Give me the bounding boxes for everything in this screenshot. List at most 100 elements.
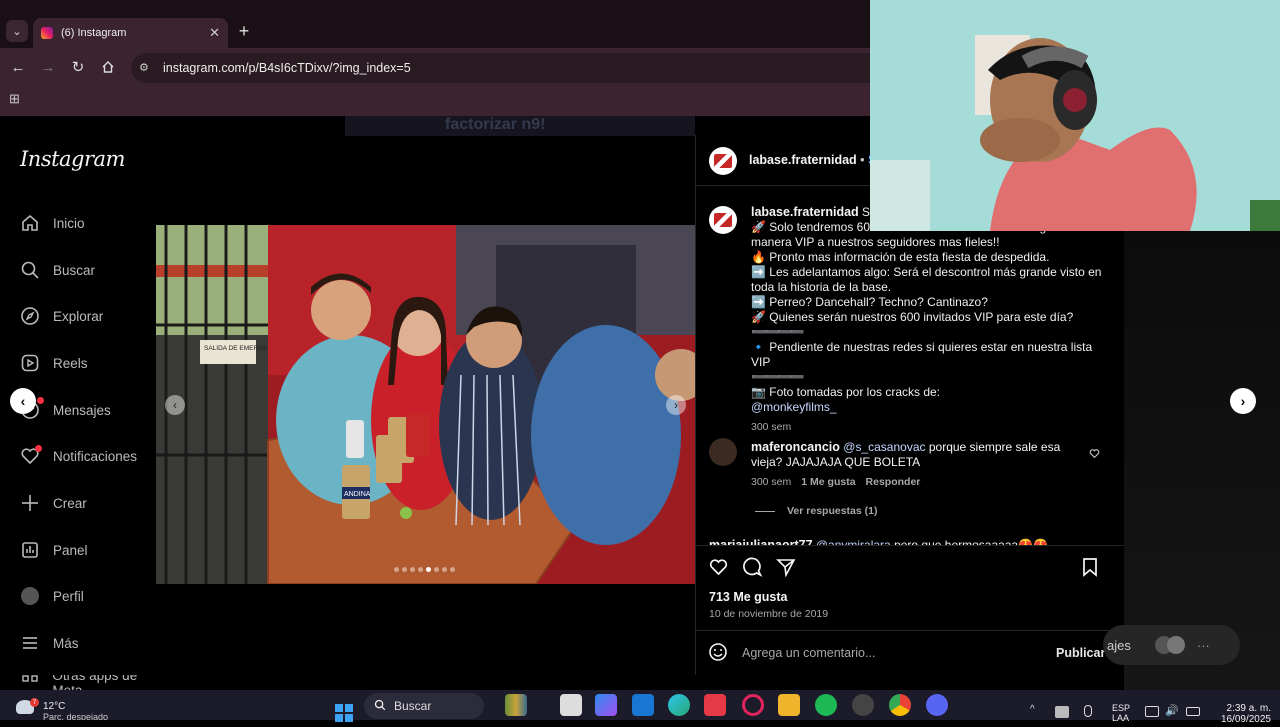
previous-post-arrow-icon[interactable]: ‹ bbox=[10, 388, 36, 414]
reload-icon[interactable]: ↻ bbox=[67, 56, 89, 78]
view-replies-button[interactable]: Ver respuestas (1) bbox=[787, 505, 877, 517]
sidebar-item-label: Perfil bbox=[53, 588, 84, 604]
next-post-button[interactable]: › bbox=[1230, 388, 1256, 414]
copilot-icon[interactable] bbox=[595, 694, 617, 716]
sidebar-item-label: Crear bbox=[53, 495, 87, 511]
carousel-dot bbox=[442, 567, 447, 572]
meta-icon bbox=[18, 675, 41, 690]
edge-icon[interactable] bbox=[668, 694, 690, 716]
reply-button[interactable]: Responder bbox=[866, 476, 921, 488]
tab-search-button[interactable]: ⌄ bbox=[6, 20, 28, 42]
sidebar-item-label: Reels bbox=[53, 355, 88, 371]
caption-username[interactable]: labase.fraternidad bbox=[751, 205, 859, 219]
browser-tab[interactable]: (6) Instagram ✕ bbox=[33, 18, 228, 48]
author-username[interactable]: labase.fraternidad bbox=[749, 153, 857, 167]
chrome-icon[interactable] bbox=[889, 694, 911, 716]
search-icon bbox=[18, 258, 42, 282]
microphone-icon[interactable] bbox=[1084, 705, 1092, 717]
instagram-logo[interactable]: Instagram bbox=[20, 147, 125, 171]
comment-placeholder: Agrega un comentario... bbox=[742, 646, 876, 660]
site-info-icon[interactable]: ⚙ bbox=[139, 61, 153, 75]
sidebar-item-explorar[interactable]: Explorar bbox=[18, 301, 168, 331]
new-tab-button[interactable]: + bbox=[234, 19, 254, 43]
weather-temp[interactable]: 12°C bbox=[43, 701, 65, 712]
actions-divider bbox=[695, 545, 1124, 546]
sidebar-item-perfil[interactable]: Perfil bbox=[18, 581, 168, 611]
commenter-avatar[interactable] bbox=[709, 438, 737, 466]
caption-line: 📷 Foto tomadas por los cracks de: bbox=[751, 385, 941, 399]
bookmark-icon[interactable] bbox=[1081, 557, 1099, 582]
likes-count[interactable]: 713 Me gusta bbox=[709, 590, 788, 604]
language-sub: LAA bbox=[1112, 713, 1130, 723]
volume-icon[interactable]: 🔊 bbox=[1165, 704, 1179, 717]
background-blur bbox=[1124, 231, 1280, 690]
sidebar-item-buscar[interactable]: Buscar bbox=[18, 255, 168, 285]
show-hidden-icons-chevron-icon[interactable]: ^ bbox=[1030, 704, 1035, 715]
tray-app-icon[interactable] bbox=[1055, 706, 1069, 718]
sidebar-item-mas[interactable]: Más bbox=[18, 628, 168, 658]
taskbar-search[interactable]: Buscar bbox=[364, 693, 484, 719]
caption-line: ➖➖➖➖ bbox=[751, 370, 805, 384]
home-button-icon[interactable] bbox=[97, 56, 119, 78]
forward-arrow-icon[interactable]: → bbox=[37, 56, 59, 78]
reels-icon bbox=[18, 351, 42, 375]
comment-mention-link[interactable]: @s_casanovac bbox=[843, 440, 925, 454]
carousel-dots bbox=[394, 567, 455, 572]
file-explorer-icon[interactable] bbox=[778, 694, 800, 716]
taskbar-time: 2:39 a. m. bbox=[1226, 703, 1271, 714]
app-gray-icon[interactable] bbox=[852, 694, 874, 716]
network-icon[interactable] bbox=[1145, 706, 1159, 717]
task-view-icon[interactable] bbox=[560, 694, 582, 716]
share-send-icon[interactable] bbox=[776, 557, 796, 582]
sidebar-item-meta[interactable]: Otras apps de Meta bbox=[18, 675, 168, 690]
comment-meta: 300 sem 1 Me gusta Responder bbox=[751, 476, 920, 488]
previous-image-arrow-icon[interactable]: ‹ bbox=[165, 395, 185, 415]
comment: maferoncancio @s_casanovac porque siempr… bbox=[751, 440, 1081, 470]
language-indicator[interactable]: ESP LAA bbox=[1112, 703, 1130, 723]
sidebar-item-label: Otras apps de Meta bbox=[52, 675, 138, 690]
carousel-dot bbox=[394, 567, 399, 572]
plus-icon bbox=[18, 491, 42, 515]
commenter-username[interactable]: maferoncancio bbox=[751, 440, 840, 454]
close-icon[interactable]: ✕ bbox=[209, 25, 220, 41]
discord-icon[interactable] bbox=[926, 694, 948, 716]
avatar bbox=[18, 584, 42, 608]
publish-button[interactable]: Publicar bbox=[1056, 646, 1105, 660]
sidebar-item-panel[interactable]: Panel bbox=[18, 535, 168, 565]
windows-start-icon[interactable] bbox=[335, 704, 353, 722]
comment-time: 300 sem bbox=[751, 476, 792, 488]
comment-likes[interactable]: 1 Me gusta bbox=[801, 476, 855, 488]
comment-bubble-icon[interactable] bbox=[742, 557, 763, 582]
address-bar[interactable]: ⚙ instagram.com/p/B4sI6cTDixv/?img_index… bbox=[131, 53, 870, 83]
spotify-icon[interactable] bbox=[815, 694, 837, 716]
messages-pill[interactable]: ajes ··· bbox=[1103, 625, 1240, 665]
carousel-dot bbox=[418, 567, 423, 572]
carousel-dot bbox=[410, 567, 415, 572]
back-arrow-icon[interactable]: ← bbox=[7, 56, 29, 78]
next-image-arrow-icon[interactable]: › bbox=[666, 395, 686, 415]
caption-avatar[interactable] bbox=[709, 206, 737, 234]
sidebar-item-crear[interactable]: Crear bbox=[18, 488, 168, 518]
menu-icon bbox=[18, 631, 42, 655]
comment-input[interactable]: Agrega un comentario... bbox=[708, 641, 1108, 665]
apps-grid-icon[interactable]: ⊞ bbox=[9, 91, 23, 106]
emoji-smiley-icon[interactable] bbox=[708, 642, 728, 665]
sidebar-item-label: Notificaciones bbox=[53, 448, 138, 464]
comment-like-heart-icon[interactable] bbox=[1089, 446, 1101, 459]
outlook-icon[interactable] bbox=[632, 694, 654, 716]
weather-desc: Parc. despejado bbox=[43, 712, 109, 720]
widgets-icon[interactable] bbox=[505, 694, 527, 716]
author-avatar[interactable] bbox=[709, 147, 737, 175]
chart-icon bbox=[18, 538, 42, 562]
taskbar-clock[interactable]: 2:39 a. m. 16/09/2025 bbox=[1213, 703, 1271, 725]
webcam-overlay bbox=[870, 0, 1280, 231]
battery-icon[interactable] bbox=[1186, 707, 1200, 716]
caption-mention-link[interactable]: @monkeyfilms_ bbox=[751, 400, 837, 414]
sidebar-item-reels[interactable]: Reels bbox=[18, 348, 168, 378]
like-heart-icon[interactable] bbox=[708, 557, 729, 582]
sidebar-item-inicio[interactable]: Inicio bbox=[18, 208, 168, 238]
opera-icon[interactable] bbox=[742, 694, 764, 716]
caption-line: ➡️ Les adelantamos algo: Será el descont… bbox=[751, 265, 1102, 294]
app-red-icon[interactable] bbox=[704, 694, 726, 716]
carousel-dot-active bbox=[426, 567, 431, 572]
